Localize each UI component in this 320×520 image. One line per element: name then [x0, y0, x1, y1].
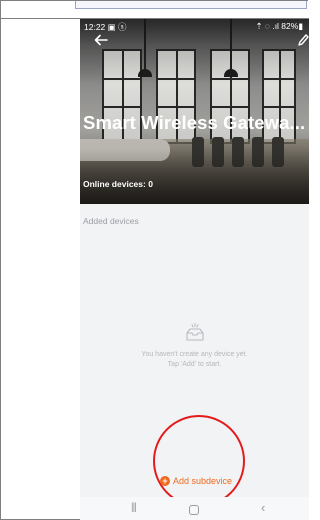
nav-back-button[interactable]: ‹: [261, 500, 265, 515]
plus-icon: +: [160, 476, 170, 486]
recents-button[interactable]: |||: [131, 502, 137, 513]
top-tab-edge: [75, 1, 307, 9]
pencil-icon: [298, 34, 309, 46]
empty-box-icon: [184, 321, 206, 343]
empty-state-message: You haven't create any device yet. Tap '…: [141, 351, 248, 368]
top-strip: [1, 1, 309, 19]
edit-button[interactable]: [297, 33, 309, 47]
back-button[interactable]: [93, 32, 109, 48]
add-subdevice-button[interactable]: + Add subdevice: [160, 475, 232, 487]
annotation-highlight-circle: [153, 415, 245, 507]
status-indicators: ⇡ ◌ .ıl 82%▮: [255, 21, 303, 31]
phone-screen: 12:22 ▣ ⓢ ⇡ ◌ .ıl 82%▮ Smart Wireless Ga…: [80, 19, 309, 520]
android-nav-bar: ||| ‹: [80, 497, 309, 520]
home-button[interactable]: [189, 505, 199, 515]
header-hero-image: 12:22 ▣ ⓢ ⇡ ◌ .ıl 82%▮ Smart Wireless Ga…: [80, 19, 309, 204]
arrow-left-icon: [94, 34, 108, 46]
status-bar: 12:22 ▣ ⓢ ⇡ ◌ .ıl 82%▮: [80, 19, 309, 33]
add-subdevice-label: Add subdevice: [173, 476, 233, 486]
device-title: Smart Wireless Gatewa...: [83, 112, 306, 133]
document-frame: 12:22 ▣ ⓢ ⇡ ◌ .ıl 82%▮ Smart Wireless Ga…: [0, 0, 309, 520]
added-devices-label: Added devices: [83, 216, 139, 226]
notification-icons: ▣ ⓢ: [107, 22, 127, 32]
online-devices-count: Online devices: 0: [83, 179, 153, 189]
